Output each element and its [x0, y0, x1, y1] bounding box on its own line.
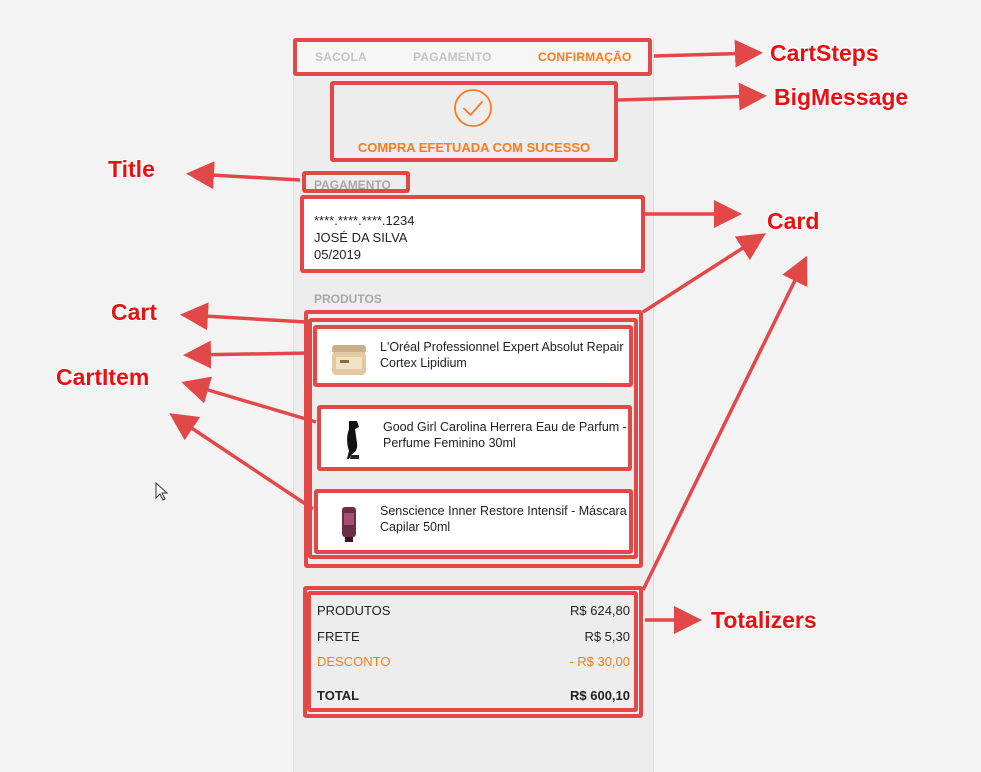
- arrow-bigmessage: [617, 82, 767, 111]
- label-bigmessage: BigMessage: [774, 84, 909, 110]
- label-totalizers: Totalizers: [711, 607, 817, 633]
- arrow-cartitem-2: [181, 376, 317, 424]
- arrow-cartsteps: [653, 39, 763, 68]
- arrow-cartitem-3: [169, 413, 314, 511]
- label-title: Title: [108, 156, 155, 182]
- arrow-title: [186, 161, 301, 190]
- arrow-cartitem-1: [183, 340, 313, 369]
- mouse-cursor-icon: [155, 482, 169, 501]
- label-cart: Cart: [111, 299, 158, 325]
- label-cartsteps: CartSteps: [770, 40, 879, 66]
- label-card: Card: [767, 208, 820, 234]
- arrow-card-totals: [641, 255, 808, 591]
- arrow-cart: [180, 302, 307, 331]
- label-cartitem: CartItem: [56, 364, 150, 390]
- arrow-card-cart: [642, 233, 766, 314]
